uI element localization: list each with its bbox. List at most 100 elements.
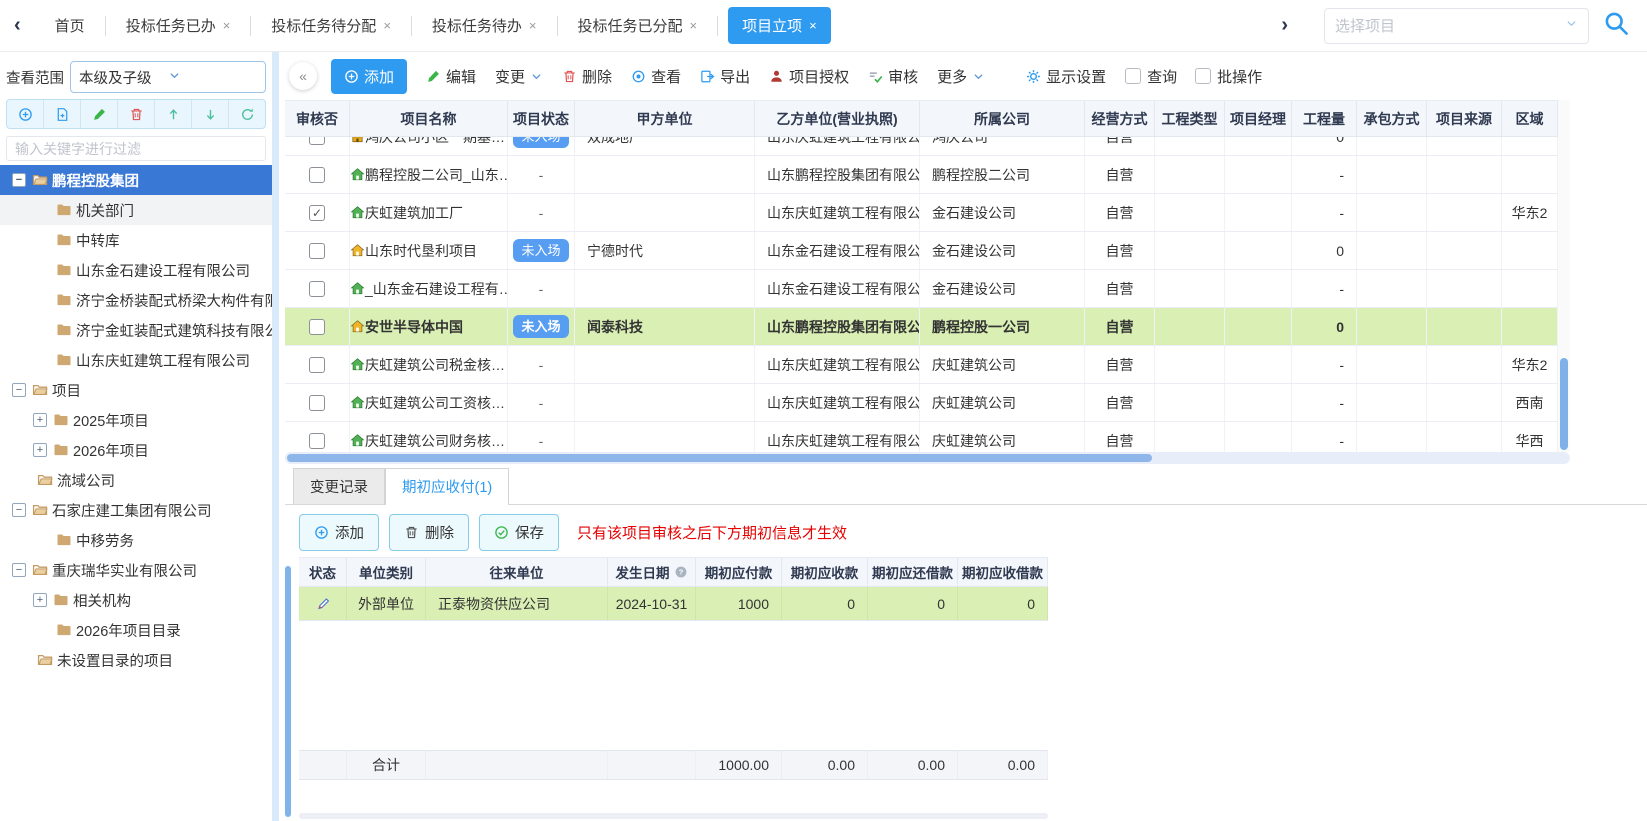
column-header-甲方单位[interactable]: 甲方单位 [575, 101, 755, 136]
tabs-scroll-left-icon[interactable]: ‹ [0, 14, 35, 37]
tree-filter-input[interactable] [6, 136, 266, 161]
close-icon[interactable]: × [809, 18, 817, 33]
checkbox[interactable] [309, 281, 325, 297]
arrow-up-button[interactable] [155, 100, 192, 128]
collapse-node-icon[interactable]: − [12, 563, 26, 577]
checkbox[interactable] [309, 243, 325, 259]
grid-vertical-scrollbar[interactable] [1558, 100, 1570, 452]
table-row[interactable]: 鸿庆公司小区一期基…未入场双成地产山东庆虹建筑工程有限公司鸿庆公司自营0 [285, 137, 1558, 156]
tree-item-2026年项目[interactable]: +2026年项目 [0, 435, 272, 465]
添加-button[interactable]: 添加 [299, 514, 379, 551]
tree-item-项目[interactable]: −项目 [0, 375, 272, 405]
项目授权-button[interactable]: 项目授权 [769, 66, 849, 87]
编辑-button[interactable]: 编辑 [426, 66, 476, 87]
tab-投标任务待分配[interactable]: 投标任务待分配× [251, 0, 411, 51]
close-icon[interactable]: × [383, 18, 391, 33]
grid-horizontal-scrollbar[interactable] [285, 452, 1570, 464]
pen-edit-icon[interactable] [315, 596, 331, 612]
table-row[interactable]: 庆虹建筑公司财务核…-山东庆虹建筑工程有限公司庆虹建筑公司自营-华西 [285, 422, 1558, 452]
checkbox[interactable] [309, 395, 325, 411]
tree-item-流域公司[interactable]: 流域公司 [0, 465, 272, 495]
tree-item-重庆瑞华实业有限公司[interactable]: −重庆瑞华实业有限公司 [0, 555, 272, 585]
file-plus-button[interactable] [44, 100, 81, 128]
column-header-项目状态[interactable]: 项目状态 [508, 101, 575, 136]
close-icon[interactable]: × [529, 18, 537, 33]
column-header-发生日期[interactable]: 发生日期? [608, 558, 696, 586]
tree-item-2026年项目目录[interactable]: 2026年项目目录 [0, 615, 272, 645]
table-row[interactable]: 鹏程控股二公司_山东…-山东鹏程控股集团有限公司鹏程控股二公司自营- [285, 156, 1558, 194]
column-header-项目来源[interactable]: 项目来源 [1427, 101, 1502, 136]
close-icon[interactable]: × [223, 18, 231, 33]
opening-balance-row[interactable]: 外部单位正泰物资供应公司2024-10-311000000 [299, 587, 1048, 621]
checkbox[interactable] [309, 357, 325, 373]
column-header-项目经理[interactable]: 项目经理 [1225, 101, 1292, 136]
column-header-经营方式[interactable]: 经营方式 [1085, 101, 1155, 136]
close-icon[interactable]: × [690, 18, 698, 33]
table-row[interactable]: _山东金石建设工程有…-山东金石建设工程有限公司金石建设公司自营- [285, 270, 1558, 308]
detail-tab-变更记录[interactable]: 变更记录 [293, 468, 385, 504]
tree-item-济宁金虹装配式建筑科技有限公司[interactable]: 济宁金虹装配式建筑科技有限公司 [0, 315, 272, 345]
column-header-往来单位[interactable]: 往来单位 [426, 558, 608, 586]
tree-item-相关机构[interactable]: +相关机构 [0, 585, 272, 615]
批操作-checkbox[interactable]: 批操作 [1195, 66, 1262, 87]
tree-item-鹏程控股集团[interactable]: −鹏程控股集团 [0, 165, 272, 195]
column-header-乙方单位(营业执照)[interactable]: 乙方单位(营业执照) [755, 101, 920, 136]
tree-item-中移劳务[interactable]: 中移劳务 [0, 525, 272, 555]
删除-button[interactable]: 删除 [389, 514, 469, 551]
sidebar-splitter[interactable] [272, 52, 279, 821]
checkbox[interactable] [309, 433, 325, 449]
tab-投标任务待办[interactable]: 投标任务待办× [412, 0, 557, 51]
审核-button[interactable]: 审核 [868, 66, 918, 87]
tabs-scroll-right-icon[interactable]: › [1267, 14, 1302, 37]
添加-button[interactable]: 添加 [331, 59, 407, 94]
column-header-承包方式[interactable]: 承包方式 [1357, 101, 1427, 136]
checkbox[interactable] [309, 319, 325, 335]
column-header-期初应还借款[interactable]: 期初应还借款 [868, 558, 958, 586]
arrow-down-button[interactable] [192, 100, 229, 128]
删除-button[interactable]: 删除 [562, 66, 612, 87]
tree-item-山东庆虹建筑工程有限公司[interactable]: 山东庆虹建筑工程有限公司 [0, 345, 272, 375]
checkbox[interactable] [1125, 68, 1141, 84]
column-header-审核否[interactable]: 审核否 [285, 101, 350, 136]
table-row[interactable]: 山东时代垦利项目未入场宁德时代山东金石建设工程有限公司金石建设公司自营0 [285, 232, 1558, 270]
更多-button[interactable]: 更多 [937, 66, 985, 87]
变更-button[interactable]: 变更 [495, 66, 543, 87]
pencil-button[interactable] [81, 100, 118, 128]
detail-panel-scrollbar[interactable] [285, 566, 291, 817]
checkbox[interactable] [309, 167, 325, 183]
collapse-sidebar-button[interactable]: « [289, 62, 317, 90]
expand-node-icon[interactable]: + [33, 593, 47, 607]
查询-checkbox[interactable]: 查询 [1125, 66, 1177, 87]
checkbox[interactable] [1195, 68, 1211, 84]
opening-grid-horizontal-scrollbar[interactable] [299, 813, 1048, 819]
tree-item-石家庄建工集团有限公司[interactable]: −石家庄建工集团有限公司 [0, 495, 272, 525]
scope-select[interactable]: 本级及子级 [70, 61, 266, 93]
column-header-期初应收借款[interactable]: 期初应收借款 [958, 558, 1048, 586]
column-header-状态[interactable]: 状态 [299, 558, 347, 586]
trash-button[interactable] [118, 100, 155, 128]
保存-button[interactable]: 保存 [479, 514, 559, 551]
expand-node-icon[interactable]: + [33, 443, 47, 457]
checkbox-checked[interactable]: ✓ [309, 205, 325, 221]
tab-项目立项[interactable]: 项目立项× [728, 7, 831, 44]
tree-item-2025年项目[interactable]: +2025年项目 [0, 405, 272, 435]
tab-投标任务已分配[interactable]: 投标任务已分配× [558, 0, 718, 51]
导出-button[interactable]: 导出 [700, 66, 750, 87]
expand-node-icon[interactable]: + [33, 413, 47, 427]
column-header-区域[interactable]: 区域 [1502, 101, 1558, 136]
tree-item-机关部门[interactable]: 机关部门 [0, 195, 272, 225]
tab-首页[interactable]: 首页 [35, 0, 105, 51]
collapse-node-icon[interactable]: − [12, 173, 26, 187]
column-header-期初应收款[interactable]: 期初应收款 [782, 558, 868, 586]
table-row[interactable]: 安世半导体中国未入场闻泰科技山东鹏程控股集团有限公司鹏程控股一公司自营0 [285, 308, 1558, 346]
显示设置-button[interactable]: 显示设置 [1026, 66, 1106, 87]
tree-item-山东金石建设工程有限公司[interactable]: 山东金石建设工程有限公司 [0, 255, 272, 285]
tree-item-济宁金桥装配式桥梁大构件有限公司[interactable]: 济宁金桥装配式桥梁大构件有限公司 [0, 285, 272, 315]
column-header-期初应付款[interactable]: 期初应付款 [696, 558, 782, 586]
tab-投标任务已办[interactable]: 投标任务已办× [106, 0, 251, 51]
table-row[interactable]: ✓庆虹建筑加工厂-山东庆虹建筑工程有限公司金石建设公司自营-华东2 [285, 194, 1558, 232]
collapse-node-icon[interactable]: − [12, 503, 26, 517]
column-header-工程量[interactable]: 工程量 [1292, 101, 1357, 136]
search-icon[interactable] [1603, 10, 1629, 41]
table-row[interactable]: 庆虹建筑公司税金核…-山东庆虹建筑工程有限公司庆虹建筑公司自营-华东2 [285, 346, 1558, 384]
